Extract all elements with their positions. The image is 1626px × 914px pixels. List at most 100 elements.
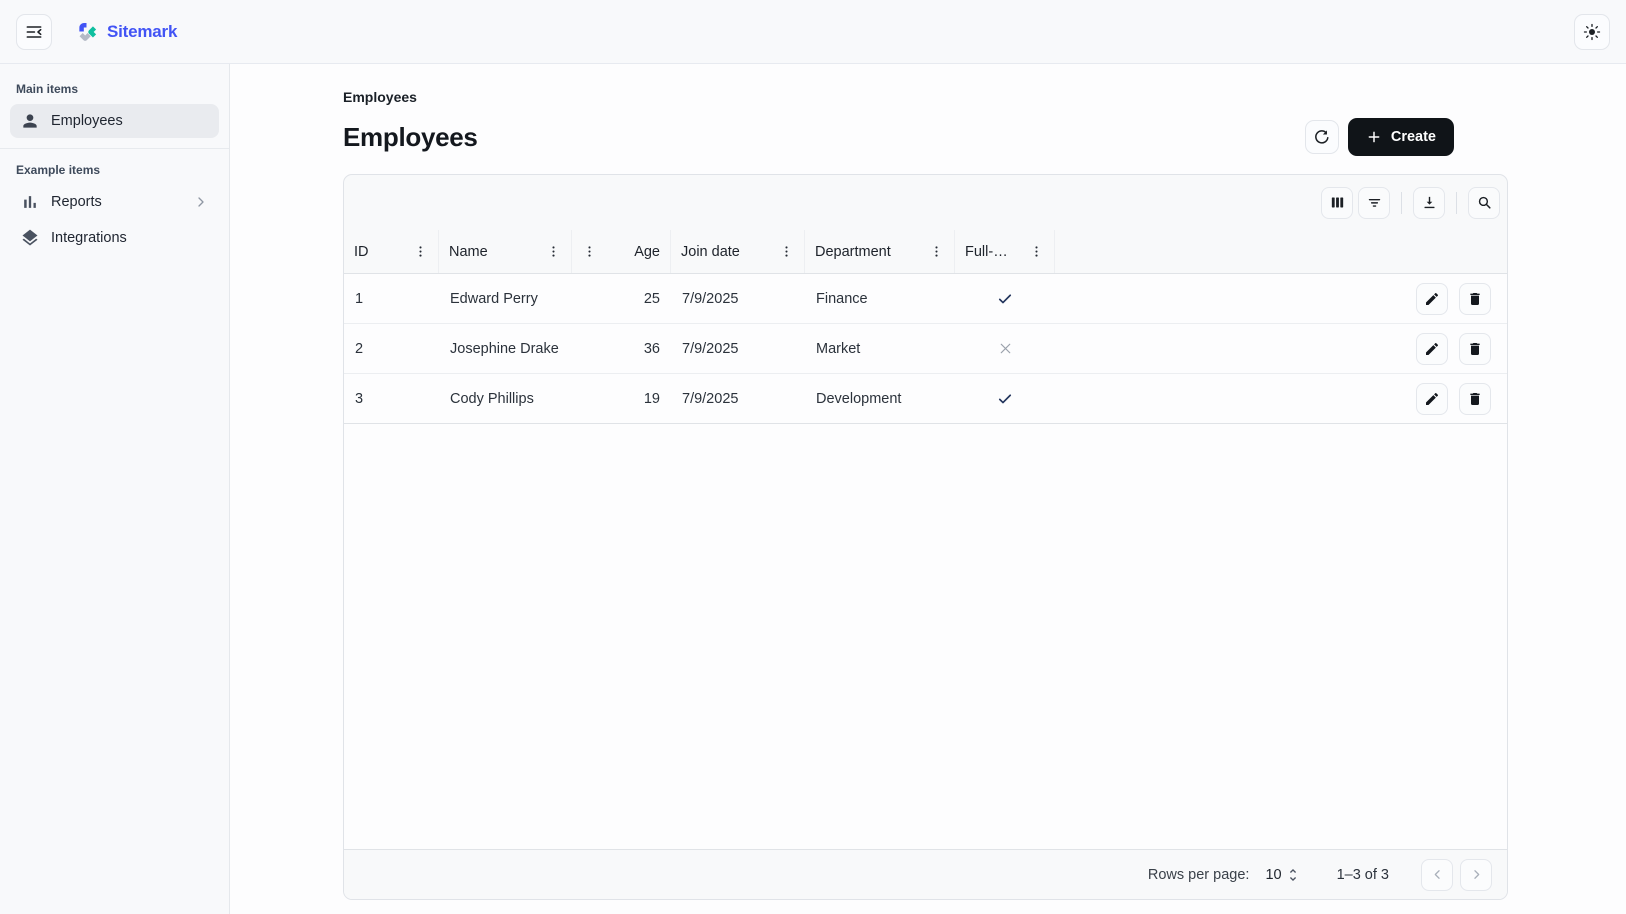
- pagination-range: 1–3 of 3: [1337, 867, 1389, 883]
- create-button[interactable]: Create: [1348, 118, 1454, 156]
- next-page-button[interactable]: [1460, 859, 1492, 891]
- theme-toggle-button[interactable]: [1574, 14, 1610, 50]
- filter-icon: [1366, 194, 1383, 211]
- create-button-label: Create: [1391, 129, 1436, 145]
- cell-name: Cody Phillips: [439, 374, 572, 423]
- cell-actions: [1055, 324, 1507, 373]
- column-header-label: Age: [634, 244, 660, 260]
- plus-icon: [1366, 129, 1382, 145]
- unfold-more-icon: [1285, 867, 1301, 883]
- column-header-id[interactable]: ID: [344, 230, 439, 273]
- cell-age: 19: [572, 374, 671, 423]
- delete-button[interactable]: [1459, 283, 1491, 315]
- cell-full-time: [955, 374, 1055, 423]
- brand-name: Sitemark: [107, 22, 177, 42]
- sidebar-item-reports[interactable]: Reports: [10, 185, 219, 219]
- cell-join-date: 7/9/2025: [671, 274, 805, 323]
- columns-button[interactable]: [1321, 187, 1353, 219]
- cell-id: 2: [344, 324, 439, 373]
- column-menu-icon[interactable]: [1029, 244, 1044, 259]
- trash-icon: [1467, 341, 1483, 357]
- layers-icon: [20, 228, 40, 248]
- cell-age: 36: [572, 324, 671, 373]
- column-header-label: Name: [449, 244, 488, 260]
- cell-age: 25: [572, 274, 671, 323]
- person-icon: [20, 111, 40, 131]
- chevron-right-icon: [1469, 867, 1484, 882]
- chevron-right-icon: [193, 194, 209, 210]
- sidebar-item-label: Employees: [51, 113, 123, 129]
- employees-data-grid: ID Name A: [343, 174, 1508, 900]
- cell-department: Market: [805, 324, 955, 373]
- top-app-bar: Sitemark: [0, 0, 1626, 64]
- bar-chart-icon: [20, 192, 40, 212]
- columns-icon: [1329, 194, 1346, 211]
- trash-icon: [1467, 391, 1483, 407]
- column-header-label: Department: [815, 244, 891, 260]
- edit-button[interactable]: [1416, 383, 1448, 415]
- rows-per-page-label: Rows per page:: [1148, 867, 1250, 883]
- cell-department: Finance: [805, 274, 955, 323]
- rows-per-page-value: 10: [1265, 867, 1281, 883]
- check-icon: [996, 390, 1014, 408]
- toolbar-divider: [1401, 192, 1402, 214]
- cross-icon: [997, 340, 1014, 357]
- edit-button[interactable]: [1416, 333, 1448, 365]
- column-header-full-time[interactable]: Full-…: [955, 230, 1055, 273]
- sun-icon: [1582, 22, 1602, 42]
- export-button[interactable]: [1413, 187, 1445, 219]
- search-button[interactable]: [1468, 187, 1500, 219]
- column-header-age[interactable]: Age: [572, 230, 671, 273]
- sidebar-divider: [0, 148, 229, 149]
- column-header-label: ID: [354, 244, 369, 260]
- sitemark-logo-icon: [74, 19, 99, 44]
- refresh-icon: [1313, 128, 1331, 146]
- search-icon: [1476, 194, 1493, 211]
- page-title: Employees: [343, 122, 478, 153]
- column-header-actions: [1055, 230, 1507, 273]
- cell-join-date: 7/9/2025: [671, 374, 805, 423]
- trash-icon: [1467, 291, 1483, 307]
- column-menu-icon[interactable]: [413, 244, 428, 259]
- collapse-menu-button[interactable]: [16, 14, 52, 50]
- sidebar-item-label: Reports: [51, 194, 102, 210]
- pencil-icon: [1424, 291, 1440, 307]
- delete-button[interactable]: [1459, 333, 1491, 365]
- table-row[interactable]: 2 Josephine Drake 36 7/9/2025 Market: [344, 324, 1507, 374]
- column-header-label: Join date: [681, 244, 740, 260]
- table-row[interactable]: 3 Cody Phillips 19 7/9/2025 Development: [344, 374, 1507, 424]
- column-header-name[interactable]: Name: [439, 230, 572, 273]
- grid-header-row: ID Name A: [344, 230, 1507, 274]
- sidebar-section-example-items: Example items: [10, 157, 219, 185]
- column-header-department[interactable]: Department: [805, 230, 955, 273]
- edit-button[interactable]: [1416, 283, 1448, 315]
- grid-toolbar: [344, 175, 1507, 230]
- cell-actions: [1055, 374, 1507, 423]
- cell-full-time: [955, 324, 1055, 373]
- cell-id: 1: [344, 274, 439, 323]
- column-menu-icon[interactable]: [582, 244, 597, 259]
- export-icon: [1421, 194, 1438, 211]
- column-menu-icon[interactable]: [779, 244, 794, 259]
- cell-name: Josephine Drake: [439, 324, 572, 373]
- pencil-icon: [1424, 341, 1440, 357]
- column-menu-icon[interactable]: [929, 244, 944, 259]
- sidebar-item-integrations[interactable]: Integrations: [10, 221, 219, 255]
- cell-department: Development: [805, 374, 955, 423]
- filter-button[interactable]: [1358, 187, 1390, 219]
- sidebar-item-label: Integrations: [51, 230, 127, 246]
- table-row[interactable]: 1 Edward Perry 25 7/9/2025 Finance: [344, 274, 1507, 324]
- cell-name: Edward Perry: [439, 274, 572, 323]
- collapse-menu-icon: [24, 22, 44, 42]
- column-menu-icon[interactable]: [546, 244, 561, 259]
- refresh-button[interactable]: [1305, 120, 1339, 154]
- grid-empty-area: [344, 424, 1507, 849]
- previous-page-button[interactable]: [1421, 859, 1453, 891]
- delete-button[interactable]: [1459, 383, 1491, 415]
- rows-per-page-select[interactable]: 10: [1265, 867, 1300, 883]
- cell-join-date: 7/9/2025: [671, 324, 805, 373]
- brand-logo[interactable]: Sitemark: [74, 19, 177, 44]
- chevron-left-icon: [1430, 867, 1445, 882]
- column-header-join-date[interactable]: Join date: [671, 230, 805, 273]
- sidebar-item-employees[interactable]: Employees: [10, 104, 219, 138]
